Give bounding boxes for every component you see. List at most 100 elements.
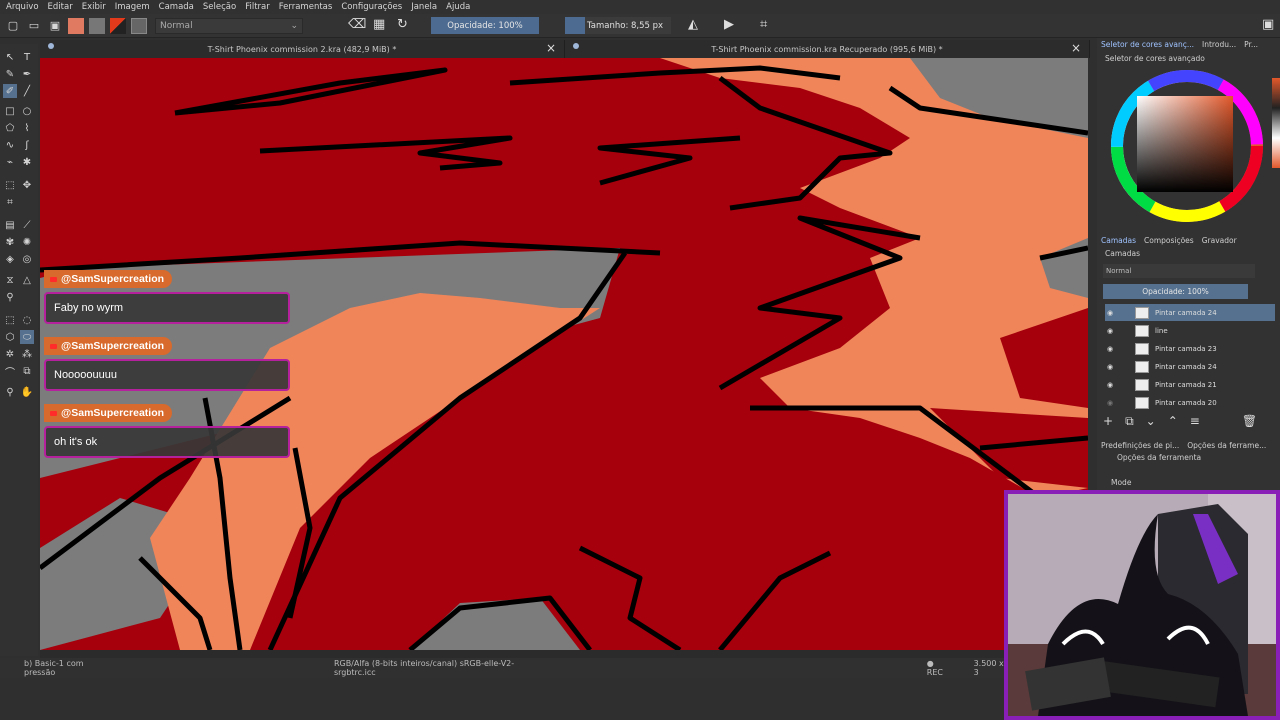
- menu-editar[interactable]: Editar: [48, 2, 73, 12]
- menu-selecao[interactable]: Seleção: [203, 2, 236, 12]
- polyline-tool-icon[interactable]: ⌇: [20, 121, 34, 135]
- menu-filtrar[interactable]: Filtrar: [245, 2, 270, 12]
- blend-mode-select[interactable]: Normal ⌄: [155, 17, 303, 34]
- tab-brush-presets[interactable]: Predefinições de pi...: [1097, 439, 1183, 453]
- tab-compositions[interactable]: Composições: [1140, 234, 1198, 248]
- eye-icon[interactable]: ◉: [1107, 399, 1113, 407]
- open-folder-icon[interactable]: ▭: [26, 18, 42, 34]
- pan-tool-icon[interactable]: ✋: [20, 385, 34, 399]
- eye-icon[interactable]: ◉: [1107, 363, 1113, 371]
- new-document-icon[interactable]: ▢: [5, 18, 21, 34]
- menu-imagem[interactable]: Imagem: [115, 2, 150, 12]
- menu-ajuda[interactable]: Ajuda: [446, 2, 470, 12]
- color-swatch[interactable]: [110, 17, 126, 34]
- wrap-around-icon[interactable]: ⌗: [760, 17, 767, 32]
- rect-select-icon[interactable]: ⬚: [3, 313, 17, 327]
- select-shapes-icon[interactable]: ↖: [3, 50, 17, 64]
- move-down-icon[interactable]: ⌄: [1146, 414, 1156, 430]
- eye-icon[interactable]: ◉: [1107, 309, 1113, 317]
- delete-layer-icon[interactable]: 🗑: [1242, 414, 1257, 430]
- ellipse-select-icon[interactable]: ◌: [20, 313, 34, 327]
- multibrush-icon[interactable]: ✱: [20, 155, 34, 169]
- freehand-select-icon[interactable]: ⬭: [20, 330, 34, 344]
- ellipse-tool-icon[interactable]: ○: [20, 104, 34, 118]
- reference-tool-icon[interactable]: ⚲: [3, 290, 17, 304]
- eye-icon[interactable]: ◉: [1107, 381, 1113, 389]
- tab-recorder[interactable]: Gravador: [1198, 234, 1241, 248]
- alpha-lock-icon[interactable]: ▦: [373, 17, 385, 32]
- drawing-canvas[interactable]: [40, 58, 1088, 650]
- move-tool-icon[interactable]: ✥: [20, 178, 34, 192]
- gradient-tool-icon[interactable]: ▤: [3, 218, 17, 232]
- layer-opacity-slider[interactable]: Opacidade: 100%: [1103, 284, 1248, 299]
- opacity-slider[interactable]: Opacidade: 100%: [431, 17, 539, 34]
- layer-row[interactable]: ◉ Pintar camada 20: [1105, 394, 1275, 411]
- enclose-fill-icon[interactable]: ◎: [20, 252, 34, 266]
- menu-exibir[interactable]: Exibir: [82, 2, 106, 12]
- assistant-tool-icon[interactable]: ⧖: [3, 273, 17, 287]
- freehand-path-icon[interactable]: ʃ: [20, 138, 34, 152]
- color-history-strip[interactable]: [1272, 78, 1280, 168]
- edit-shapes-icon[interactable]: ✎: [3, 67, 17, 81]
- layer-row[interactable]: ◉ Pintar camada 21: [1105, 376, 1275, 393]
- add-layer-icon[interactable]: +: [1103, 414, 1113, 430]
- mirror-vertical-icon[interactable]: ▶: [724, 17, 734, 32]
- save-icon[interactable]: ▣: [47, 18, 63, 34]
- mirror-horizontal-icon[interactable]: ◭: [688, 17, 698, 32]
- layer-row[interactable]: ◉ Pintar camada 23: [1105, 340, 1275, 357]
- menu-configuracoes[interactable]: Configurações: [341, 2, 402, 12]
- colorize-mask-icon[interactable]: ✾: [3, 235, 17, 249]
- line-tool-icon[interactable]: ╱: [20, 84, 34, 98]
- tab-document-1[interactable]: T-Shirt Phoenix commission 2.kra (482,9 …: [40, 40, 565, 58]
- fill-tool-icon[interactable]: ◈: [3, 252, 17, 266]
- tab-color-selector[interactable]: Seletor de cores avanç...: [1097, 38, 1198, 52]
- layer-properties-icon[interactable]: ≡: [1190, 414, 1200, 430]
- brush-preset-icon[interactable]: [131, 17, 147, 34]
- move-up-icon[interactable]: ⌃: [1168, 414, 1178, 430]
- magnetic-select-icon[interactable]: ⧉: [20, 364, 34, 378]
- brush-tool-icon[interactable]: ✐: [3, 84, 17, 98]
- zoom-tool-icon[interactable]: ⚲: [3, 385, 17, 399]
- close-icon[interactable]: ×: [1071, 41, 1081, 55]
- close-icon[interactable]: ×: [546, 41, 556, 55]
- reload-icon[interactable]: ↻: [397, 17, 408, 32]
- crop-tool-icon[interactable]: ⌗: [3, 195, 17, 209]
- tab-document-2[interactable]: T-Shirt Phoenix commission.kra Recuperad…: [565, 40, 1090, 58]
- menu-camada[interactable]: Camada: [159, 2, 194, 12]
- text-tool-icon[interactable]: T: [20, 50, 34, 64]
- eraser-icon[interactable]: ⌫: [348, 17, 366, 32]
- duplicate-layer-icon[interactable]: ⧉: [1125, 414, 1134, 430]
- layer-row[interactable]: ◉ line: [1105, 322, 1275, 339]
- menu-arquivo[interactable]: Arquivo: [6, 2, 39, 12]
- calligraphy-icon[interactable]: ✒: [20, 67, 34, 81]
- size-slider[interactable]: Tamanho: 8,55 px: [565, 17, 671, 34]
- bezier-tool-icon[interactable]: ∿: [3, 138, 17, 152]
- similar-select-icon[interactable]: ⁂: [20, 347, 34, 361]
- layer-row[interactable]: ◉ Pintar camada 24: [1105, 358, 1275, 375]
- bezier-select-icon[interactable]: ⌒: [3, 364, 17, 379]
- polygon-select-icon[interactable]: ⬡: [3, 330, 17, 344]
- contiguous-select-icon[interactable]: ✲: [3, 347, 17, 361]
- smart-patch-icon[interactable]: ✺: [20, 235, 34, 249]
- transform-tool-icon[interactable]: ⬚: [3, 178, 17, 192]
- menu-janela[interactable]: Janela: [411, 2, 437, 12]
- polygon-tool-icon[interactable]: ⬠: [3, 121, 17, 135]
- tab-tool-options[interactable]: Opções da ferrame...: [1183, 439, 1270, 453]
- tab-intro[interactable]: Introdu...: [1198, 38, 1240, 52]
- dynamic-brush-icon[interactable]: ⌁: [3, 155, 17, 169]
- workspace-icon[interactable]: ▣: [1262, 17, 1274, 32]
- horizontal-scrollbar[interactable]: [40, 650, 1088, 658]
- eye-icon[interactable]: ◉: [1107, 327, 1113, 335]
- tab-layers[interactable]: Camadas: [1097, 234, 1140, 248]
- menu-ferramentas[interactable]: Ferramentas: [279, 2, 333, 12]
- color-wheel[interactable]: [1105, 66, 1265, 226]
- tab-pr[interactable]: Pr...: [1240, 38, 1262, 52]
- measure-tool-icon[interactable]: △: [20, 273, 34, 287]
- gradient-swatch[interactable]: [68, 17, 84, 34]
- color-picker-icon[interactable]: ⟋: [20, 218, 34, 232]
- layer-blend-select[interactable]: Normal: [1103, 264, 1255, 278]
- layer-row[interactable]: ◉ Pintar camada 24: [1105, 304, 1275, 321]
- eye-icon[interactable]: ◉: [1107, 345, 1113, 353]
- rectangle-tool-icon[interactable]: □: [3, 104, 17, 118]
- pattern-swatch[interactable]: [89, 17, 105, 34]
